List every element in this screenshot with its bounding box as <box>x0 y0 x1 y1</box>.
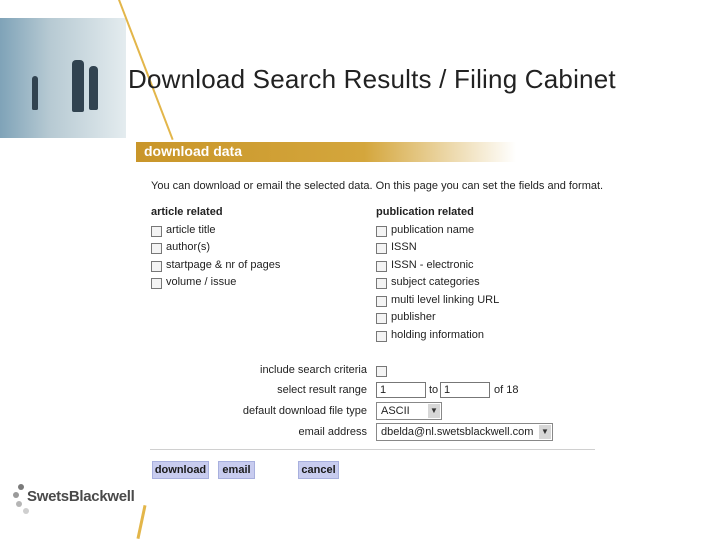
download-button[interactable]: download <box>152 461 209 479</box>
email-button[interactable]: email <box>218 461 255 479</box>
photo-person-3 <box>32 76 38 110</box>
range-from-input[interactable]: 1 <box>376 382 426 398</box>
publication-related-heading: publication related <box>376 206 474 218</box>
logo-dot <box>13 492 19 498</box>
range-to-label: to <box>429 384 439 396</box>
label-multi-level-linking-url: multi level linking URL <box>391 294 500 306</box>
swetsblackwell-logo: SwetsBlackwell <box>27 488 135 505</box>
panel-header-bar: download data <box>136 142 516 162</box>
label-subject-categories: subject categories <box>391 276 480 288</box>
chevron-down-icon[interactable]: ▼ <box>428 404 440 418</box>
select-result-range-label: select result range <box>277 384 367 396</box>
slide-title: Download Search Results / Filing Cabinet <box>128 64 616 94</box>
chevron-down-icon[interactable]: ▼ <box>539 425 551 439</box>
checkbox-holding-information[interactable] <box>376 331 387 342</box>
file-type-label: default download file type <box>242 405 367 417</box>
label-authors: author(s) <box>166 241 211 253</box>
checkbox-volume-issue[interactable] <box>151 278 162 289</box>
logo-dot <box>16 501 22 507</box>
range-of-label: of 18 <box>494 384 519 396</box>
label-article-title: article title <box>166 224 216 236</box>
label-issn-electronic: ISSN - electronic <box>391 259 474 271</box>
decorative-line-bottom <box>136 505 147 539</box>
intro-text: You can download or email the selected d… <box>151 180 604 192</box>
panel-header: download data <box>144 143 242 159</box>
logo-dot <box>18 484 24 490</box>
photo-person-1 <box>72 60 84 112</box>
email-value: dbelda@nl.swetsblackwell.com <box>381 426 534 438</box>
divider <box>150 449 595 450</box>
checkbox-include-search-criteria[interactable] <box>376 366 387 377</box>
label-publication-name: publication name <box>391 224 475 236</box>
photo-person-2 <box>89 66 98 110</box>
label-publisher: publisher <box>391 311 436 323</box>
checkbox-subject-categories[interactable] <box>376 278 387 289</box>
logo-dot <box>23 508 29 514</box>
include-search-criteria-label: include search criteria <box>260 364 367 376</box>
email-label: email address <box>298 426 367 438</box>
checkbox-issn[interactable] <box>376 243 387 254</box>
label-startpage: startpage & nr of pages <box>166 259 281 271</box>
checkbox-publisher[interactable] <box>376 313 387 324</box>
checkbox-startpage[interactable] <box>151 261 162 272</box>
label-holding-information: holding information <box>391 329 484 341</box>
header-photo <box>0 18 126 138</box>
file-type-value: ASCII <box>381 405 410 417</box>
email-select[interactable]: dbelda@nl.swetsblackwell.com ▼ <box>376 423 553 441</box>
label-volume-issue: volume / issue <box>166 276 237 288</box>
checkbox-authors[interactable] <box>151 243 162 254</box>
range-to-input[interactable]: 1 <box>440 382 490 398</box>
file-type-select[interactable]: ASCII ▼ <box>376 402 442 420</box>
cancel-button[interactable]: cancel <box>298 461 339 479</box>
checkbox-article-title[interactable] <box>151 226 162 237</box>
checkbox-issn-electronic[interactable] <box>376 261 387 272</box>
article-related-heading: article related <box>151 206 223 218</box>
checkbox-publication-name[interactable] <box>376 226 387 237</box>
checkbox-multi-level-linking-url[interactable] <box>376 296 387 307</box>
label-issn: ISSN <box>391 241 417 253</box>
